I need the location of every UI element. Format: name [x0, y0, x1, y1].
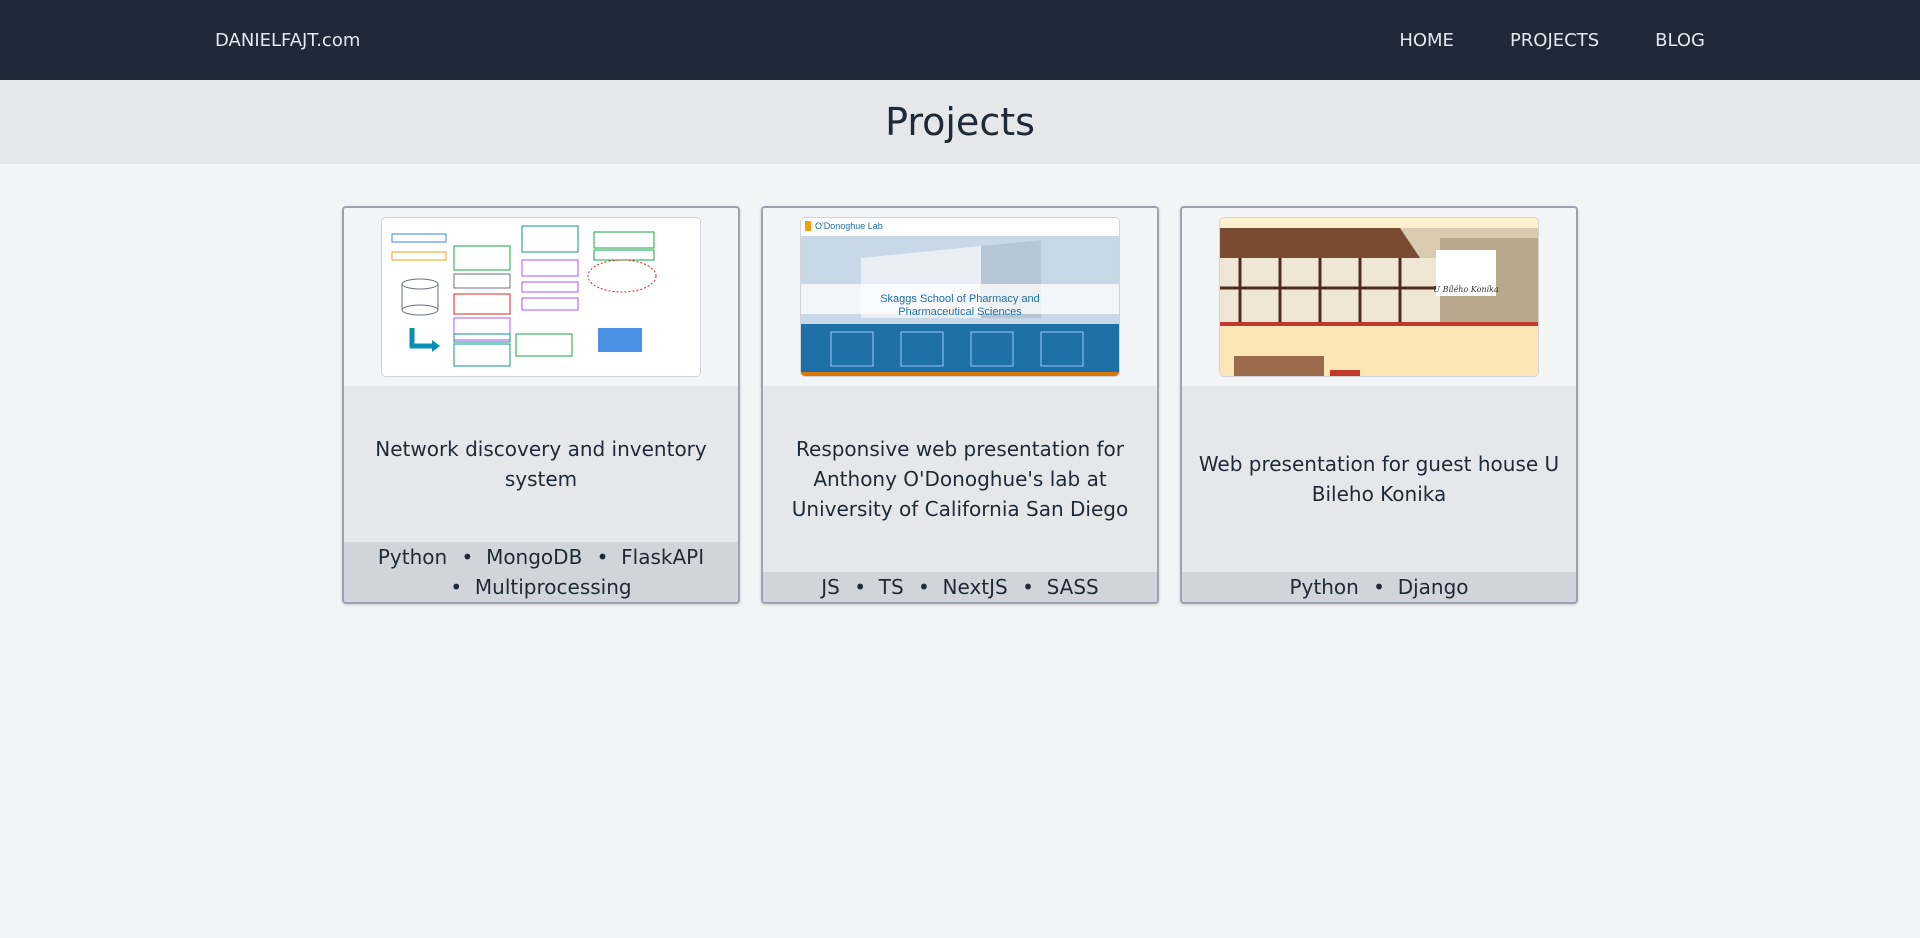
tag-mongodb: MongoDB [462, 545, 583, 569]
tag-python: Python [1289, 575, 1359, 599]
page-banner: Projects [0, 80, 1920, 164]
projects-grid: Network discovery and inventory system P… [0, 206, 1920, 604]
tag-nextjs: NextJS [918, 575, 1008, 599]
guest-house-logo-text: U Bílého Koníka [1433, 285, 1499, 294]
tag-sass: SASS [1022, 575, 1099, 599]
project-tags: Python Django [1182, 572, 1576, 602]
diagram-thumbnail-image [382, 218, 700, 376]
project-card-guest-house[interactable]: U Bílého Koníka Web presentation for gue… [1180, 206, 1578, 604]
project-tags: Python MongoDB FlaskAPI Multiprocessing [344, 542, 738, 602]
lab-website-thumbnail-image: O'Donoghue Lab Skaggs School of Pharmacy… [801, 218, 1119, 376]
project-description: Network discovery and inventory system [375, 437, 707, 491]
project-thumbnail-container: O'Donoghue Lab Skaggs School of Pharmacy… [763, 208, 1157, 386]
tag-js: JS [821, 575, 840, 599]
tag-django: Django [1373, 575, 1468, 599]
project-thumbnail-diagram[interactable] [381, 217, 701, 377]
project-tags: JS TS NextJS SASS [763, 572, 1157, 602]
project-thumbnail-container [344, 208, 738, 386]
lab-banner-line1: Skaggs School of Pharmacy and [880, 293, 1040, 305]
nav-projects-link[interactable]: PROJECTS [1510, 30, 1599, 51]
project-card-network-discovery[interactable]: Network discovery and inventory system P… [342, 206, 740, 604]
project-description: Web presentation for guest house U Bileh… [1198, 452, 1560, 506]
top-navbar: DANIELFAJT.com HOME PROJECTS BLOG [0, 0, 1920, 80]
nav-blog-link[interactable]: BLOG [1655, 30, 1705, 51]
project-description: Responsive web presentation for Anthony … [791, 437, 1129, 521]
tag-python: Python [377, 545, 448, 569]
project-thumbnail-container: U Bílého Koníka [1182, 208, 1576, 386]
brand-link[interactable]: DANIELFAJT.com [215, 30, 360, 51]
page-title: Projects [885, 100, 1035, 144]
main-nav: HOME PROJECTS BLOG [1399, 30, 1705, 51]
lab-logo-text: O'Donoghue Lab [815, 221, 883, 231]
tag-flaskapi: FlaskAPI [597, 545, 704, 569]
project-thumbnail-lab-website[interactable]: O'Donoghue Lab Skaggs School of Pharmacy… [800, 217, 1120, 377]
project-card-odonoghue-lab[interactable]: O'Donoghue Lab Skaggs School of Pharmacy… [761, 206, 1159, 604]
guest-house-thumbnail-image: U Bílého Koníka [1220, 218, 1538, 376]
project-thumbnail-guest-house[interactable]: U Bílého Koníka [1219, 217, 1539, 377]
tag-multiprocessing: Multiprocessing [450, 575, 631, 599]
tag-ts: TS [854, 575, 903, 599]
lab-banner-line2: Pharmaceutical Sciences [898, 306, 1022, 318]
nav-home-link[interactable]: HOME [1399, 30, 1454, 51]
